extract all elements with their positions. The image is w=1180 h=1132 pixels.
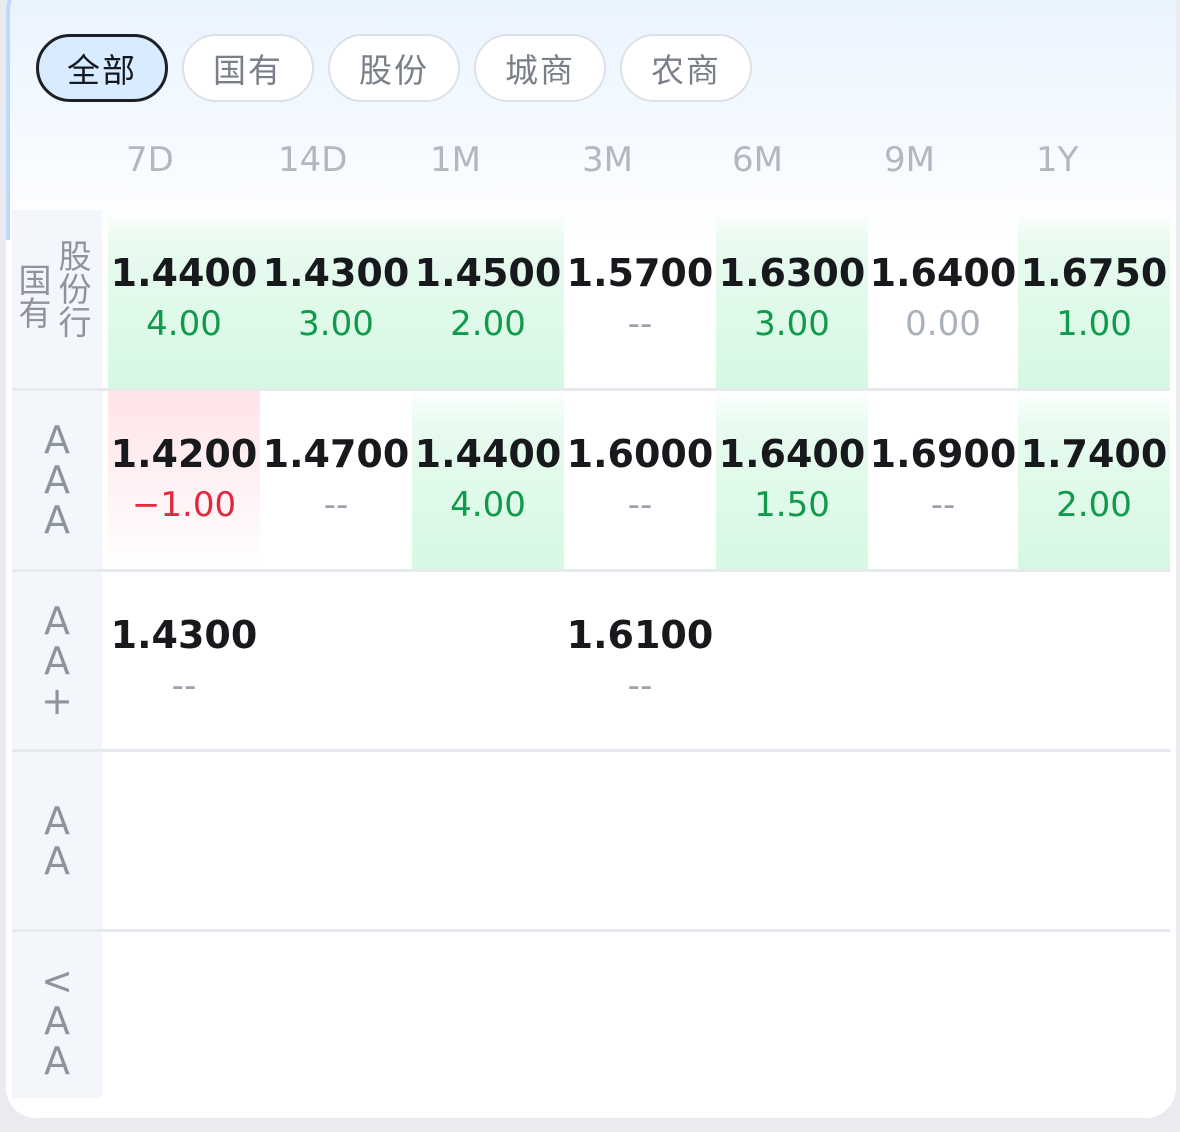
rate-value: 1.6400	[718, 432, 866, 476]
row-label-char: A	[44, 839, 70, 883]
row-label: AA	[12, 752, 102, 930]
row-label: AAA	[12, 391, 102, 569]
rate-value: 1.6900	[869, 432, 1017, 476]
row-label: < A A	[12, 932, 102, 1110]
rate-value: 1.4500	[414, 251, 562, 295]
tab-all[interactable]: 全部	[36, 34, 168, 102]
rate-change: 4.00	[450, 485, 526, 525]
rate-value: 1.6300	[718, 251, 866, 295]
rate-change: --	[627, 304, 653, 344]
row-label-char: A	[44, 639, 70, 683]
row-label-char: A	[44, 418, 70, 462]
rate-value: 1.4300	[262, 251, 410, 295]
rate-cell[interactable]: 1.4400 4.00	[412, 391, 564, 569]
rate-cell[interactable]: 1.4700 --	[260, 391, 412, 569]
rate-change: --	[171, 666, 197, 706]
rate-change: 1.00	[1056, 304, 1132, 344]
rate-change: 2.00	[1056, 485, 1132, 525]
row-label: 国有 股份行	[12, 210, 102, 388]
row-label-text: AA	[44, 801, 70, 881]
column-header: 14D	[278, 140, 348, 180]
rate-cell[interactable]: 1.6750 1.00	[1018, 210, 1170, 388]
row-label-char: A	[44, 1039, 70, 1083]
rate-row-aa-plus: A A + 1.4300 -- 1.6100 --	[12, 572, 1170, 750]
row-label: A A +	[12, 572, 102, 750]
row-label-text: AAA	[44, 420, 70, 540]
rate-cell[interactable]: 1.4500 2.00	[412, 210, 564, 388]
row-label-right: 股份行	[53, 239, 92, 338]
row-label-char: A	[44, 498, 70, 542]
rate-change: --	[323, 485, 349, 525]
column-header: 7D	[126, 140, 174, 180]
rate-change: 3.00	[298, 304, 374, 344]
rate-cell[interactable]: 1.5700 --	[564, 210, 716, 388]
rate-value: 1.4300	[110, 613, 258, 657]
tenor-header-row: 7D 14D 1M 3M 6M 9M 1Y	[6, 140, 1176, 190]
rate-cell[interactable]: 1.4200 −1.00	[108, 391, 260, 569]
rate-value: 1.4400	[414, 432, 562, 476]
rate-change: 4.00	[146, 304, 222, 344]
tab-state-owned[interactable]: 国有	[182, 34, 314, 102]
rate-cell[interactable]: 1.4300 3.00	[260, 210, 412, 388]
row-label-char: <	[41, 959, 73, 1003]
column-header: 1M	[430, 140, 481, 180]
rate-value: 1.6400	[869, 251, 1017, 295]
row-label-char: A	[44, 799, 70, 843]
rate-change: --	[627, 666, 653, 706]
row-label-left: 国有	[13, 263, 52, 329]
rate-change: 3.00	[754, 304, 830, 344]
rate-value: 1.5700	[566, 251, 714, 295]
column-header: 9M	[884, 140, 935, 180]
rate-value: 1.6750	[1020, 251, 1168, 295]
rate-cell[interactable]: 1.6100 --	[564, 572, 716, 750]
rate-change: --	[930, 485, 956, 525]
rate-change: −1.00	[131, 485, 237, 525]
tab-rural-commercial[interactable]: 农商	[620, 34, 752, 102]
rate-cell[interactable]: 1.6000 --	[564, 391, 716, 569]
rate-value: 1.4400	[110, 251, 258, 295]
rate-row-aaa: AAA 1.4200 −1.00 1.4700 -- 1.4400 4.00 1.60…	[12, 391, 1170, 569]
rate-cell[interactable]: 1.4300 --	[108, 572, 260, 750]
row-label-char: A	[44, 599, 70, 643]
rate-cell[interactable]: 1.6400 1.50	[716, 391, 868, 569]
rate-row-aa: AA	[12, 752, 1170, 930]
rate-cell[interactable]: 1.6900 --	[867, 391, 1019, 569]
rate-value: 1.7400	[1020, 432, 1168, 476]
rate-matrix-card: 全部 国有 股份 城商 农商 7D 14D 1M 3M 6M 9M 1Y 国有 …	[6, 0, 1176, 1118]
tab-joint-stock[interactable]: 股份	[328, 34, 460, 102]
rate-value: 1.6000	[566, 432, 714, 476]
rate-value: 1.4200	[110, 432, 258, 476]
rate-change: 1.50	[754, 485, 830, 525]
bank-type-tabs: 全部 国有 股份 城商 农商	[36, 34, 752, 102]
rate-cell[interactable]: 1.7400 2.00	[1018, 391, 1170, 569]
rate-value: 1.4700	[262, 432, 410, 476]
row-label-text: A A +	[41, 601, 73, 721]
rate-change: --	[627, 485, 653, 525]
rate-change: 2.00	[450, 304, 526, 344]
rate-row-below-aa: < A A	[12, 932, 1170, 1110]
tab-city-commercial[interactable]: 城商	[474, 34, 606, 102]
row-label-char: +	[41, 679, 73, 723]
rate-value: 1.6100	[566, 613, 714, 657]
column-header: 3M	[582, 140, 633, 180]
rate-cell[interactable]: 1.6400 0.00	[867, 210, 1019, 388]
row-label-char: A	[44, 999, 70, 1043]
rate-row-state-joint-stock: 国有 股份行 1.4400 4.00 1.4300 3.00 1.4500 2.00 …	[12, 210, 1170, 388]
rate-cell[interactable]: 1.4400 4.00	[108, 210, 260, 388]
row-label-char: A	[44, 458, 70, 502]
rate-cell[interactable]: 1.6300 3.00	[716, 210, 868, 388]
row-label-text: < A A	[41, 961, 73, 1081]
column-header: 1Y	[1036, 140, 1079, 180]
column-header: 6M	[732, 140, 783, 180]
rate-change: 0.00	[905, 304, 981, 344]
